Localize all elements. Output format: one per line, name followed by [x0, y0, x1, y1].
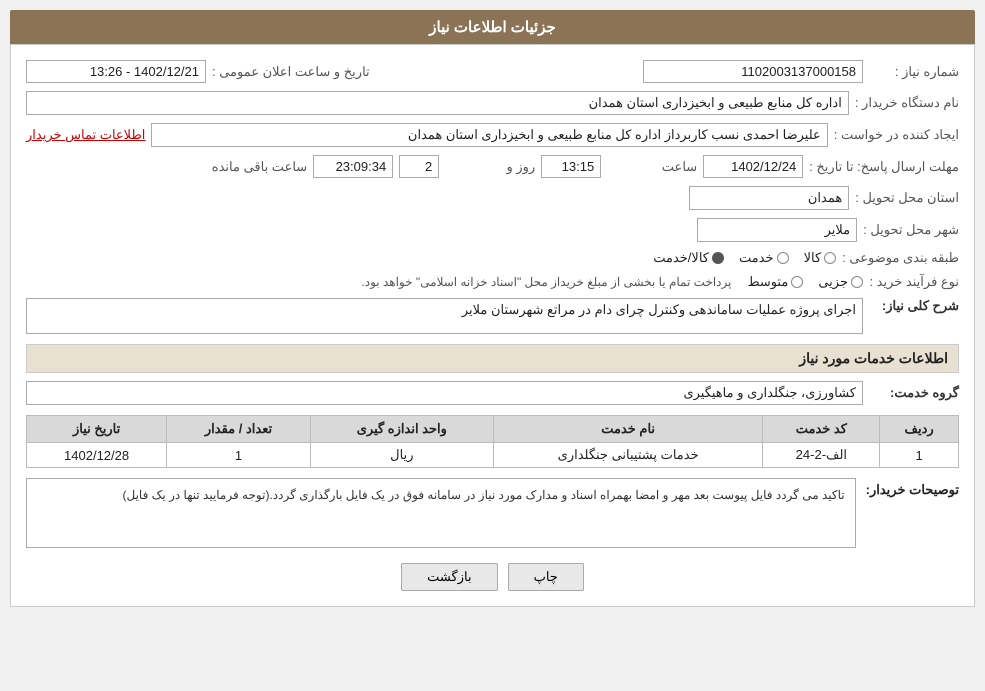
- ostan-value: همدان: [689, 186, 849, 210]
- contact-link[interactable]: اطلاعات تماس خریدار: [26, 127, 145, 143]
- saat-label: ساعت: [607, 159, 697, 175]
- services-table-section: ردیف کد خدمت نام خدمت واحد اندازه گیری ت…: [26, 415, 959, 468]
- ostan-label: استان محل تحویل :: [855, 190, 959, 206]
- jozyi-label: جزیی: [818, 274, 848, 290]
- page-title: جزئیات اطلاعات نیاز: [10, 10, 975, 44]
- col-kod: کد خدمت: [763, 416, 880, 443]
- saat-value: 13:15: [541, 155, 601, 178]
- col-vahed: واحد اندازه گیری: [310, 416, 493, 443]
- kala-khedmat-label: کالا/خدمت: [653, 250, 709, 266]
- buyer-notes-label: توصیحات خریدار:: [866, 478, 959, 548]
- radio-kala-circle: [824, 252, 836, 264]
- cell-name: خدمات پشتیبانی جنگلداری: [493, 443, 763, 468]
- date-value: 1402/12/24: [703, 155, 803, 178]
- buyer-notes-section: توصیحات خریدار: تاکید می گردد فایل پیوست…: [26, 478, 959, 548]
- table-row: 1الف-2-24خدمات پشتیبانی جنگلداریریال1140…: [27, 443, 959, 468]
- tarikh-elan-label: تاریخ و ساعت اعلان عمومی :: [212, 64, 370, 80]
- kala-label: کالا: [804, 250, 822, 266]
- khedmat-label: خدمت: [739, 250, 774, 266]
- shahr-value: ملایر: [697, 218, 857, 242]
- nooe-farayand-label: نوع فرآیند خرید :: [869, 274, 959, 290]
- tabaqe-radio-group: کالا خدمت کالا/خدمت: [653, 250, 836, 266]
- cell-tedad: 1: [167, 443, 311, 468]
- baqi-value: 23:09:34: [313, 155, 393, 178]
- buyer-notes-value: تاکید می گردد فایل پیوست بعد مهر و امضا …: [26, 478, 856, 548]
- motavaset-label: متوسط: [747, 274, 788, 290]
- baqi-label: ساعت باقی مانده: [212, 159, 307, 175]
- radio-kala-khedmat-circle: [712, 252, 724, 264]
- section2-header: اطلاعات خدمات مورد نیاز: [26, 344, 959, 373]
- tabaqe-label: طبقه بندی موضوعی :: [842, 250, 959, 266]
- grooh-value: کشاورزی، جنگلداری و ماهیگیری: [26, 381, 863, 405]
- shomare-niaz-label: شماره نیاز :: [869, 64, 959, 80]
- action-buttons: چاپ بازگشت: [26, 563, 959, 591]
- col-name: نام خدمت: [493, 416, 763, 443]
- col-radif: ردیف: [880, 416, 959, 443]
- name-dastgah-label: نام دستگاه خریدار :: [855, 95, 959, 111]
- col-tedad: تعداد / مقدار: [167, 416, 311, 443]
- radio-khedmat-circle: [777, 252, 789, 264]
- radio-motavaset[interactable]: متوسط: [747, 274, 803, 290]
- nooe-note: پرداخت تمام یا بخشی از مبلغ خریداز محل "…: [361, 275, 731, 289]
- shomare-niaz-value: 1102003137000158: [643, 60, 863, 83]
- mohlat-label: مهلت ارسال پاسخ: تا تاریخ :: [809, 159, 959, 175]
- name-dastgah-value: اداره کل منابع طبیعی و ابخیزداری استان ه…: [26, 91, 849, 115]
- radio-jozyi-circle: [851, 276, 863, 288]
- back-button[interactable]: بازگشت: [401, 563, 497, 591]
- farayand-radio-group: جزیی متوسط: [747, 274, 863, 290]
- grooh-label: گروه خدمت:: [869, 385, 959, 401]
- cell-tarikh: 1402/12/28: [27, 443, 167, 468]
- radio-kala[interactable]: کالا: [804, 250, 837, 266]
- services-table: ردیف کد خدمت نام خدمت واحد اندازه گیری ت…: [26, 415, 959, 468]
- ijad-konande-label: ایجاد کننده در خواست :: [834, 127, 959, 143]
- col-tarikh: تاریخ نیاز: [27, 416, 167, 443]
- print-button[interactable]: چاپ: [508, 563, 584, 591]
- sharh-value: اجرای پروژه عملیات ساماندهی وکنترل چرای …: [26, 298, 863, 334]
- shahr-label: شهر محل تحویل :: [863, 222, 959, 238]
- cell-radif: 1: [880, 443, 959, 468]
- radio-kala-khedmat[interactable]: کالا/خدمت: [653, 250, 724, 266]
- cell-vahed: ریال: [310, 443, 493, 468]
- tarikh-elan-value: 1402/12/21 - 13:26: [26, 60, 206, 83]
- radio-motavaset-circle: [791, 276, 803, 288]
- rooz-value: 2: [399, 155, 439, 178]
- sharh-label: شرح کلی نیاز:: [869, 298, 959, 314]
- rooz-label: روز و: [445, 159, 535, 175]
- radio-khedmat[interactable]: خدمت: [739, 250, 789, 266]
- ijad-konande-value: علیرضا احمدی نسب کاربرداز اداره کل منابع…: [151, 123, 827, 147]
- cell-kod: الف-2-24: [763, 443, 880, 468]
- radio-jozyi[interactable]: جزیی: [818, 274, 863, 290]
